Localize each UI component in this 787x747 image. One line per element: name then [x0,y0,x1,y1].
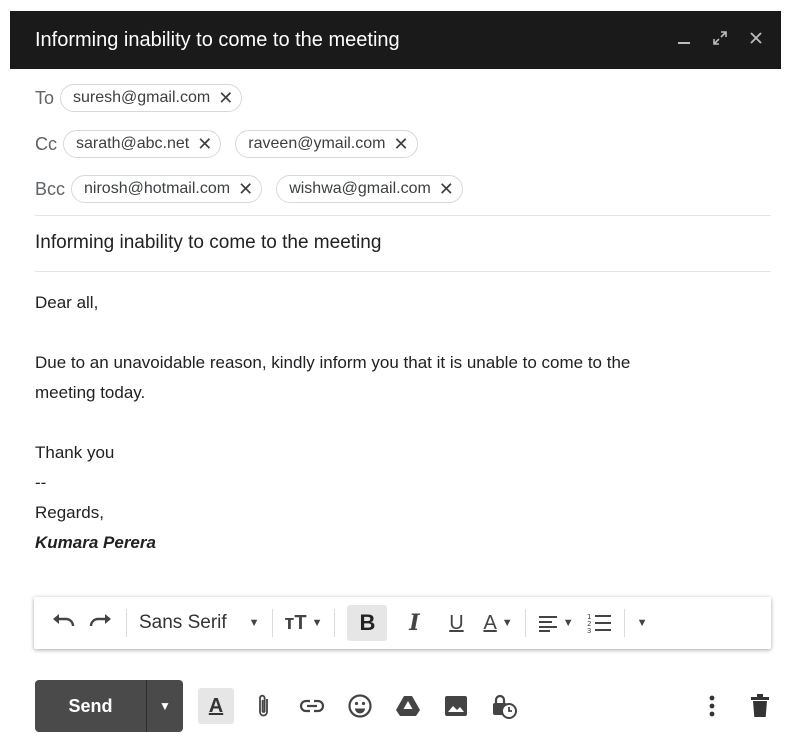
bcc-label: Bcc [35,178,66,199]
more-formatting-icon[interactable]: ▼ [637,605,648,641]
cc-row: Cc sarath@abc.net ✕ raveen@ymail.com ✕ [35,130,432,158]
greeting-line: Dear all, [35,293,99,312]
close-icon[interactable] [745,30,767,51]
drive-icon[interactable] [390,688,426,724]
underline-icon[interactable]: U [441,605,471,641]
remove-recipient-icon[interactable]: ✕ [393,135,408,153]
divider [35,271,771,272]
font-family-value: Sans Serif [139,612,227,633]
chevron-down-icon: ▼ [636,617,648,629]
to-row: To suresh@gmail.com ✕ [35,84,256,112]
photo-icon[interactable] [438,688,474,724]
align-icon[interactable]: ▼ [538,605,574,641]
recipient-chip[interactable]: suresh@gmail.com ✕ [60,84,243,112]
remove-recipient-icon[interactable]: ✕ [218,89,233,107]
minimize-icon[interactable] [673,30,695,51]
message-body[interactable]: Dear all, Due to an unavoidable reason, … [35,288,630,558]
emoji-icon[interactable] [342,688,378,724]
chevron-down-icon: ▼ [248,617,260,629]
remove-recipient-icon[interactable]: ✕ [439,180,454,198]
compose-right-actions [694,684,787,728]
italic-icon[interactable]: I [399,605,429,641]
toolbar-separator [334,609,336,637]
recipient-address: sarath@abc.net [76,135,190,152]
toolbar-separator [524,609,526,637]
recipient-address: suresh@gmail.com [73,89,211,106]
text-size-icon[interactable]: тT ▼ [285,605,323,641]
chevron-down-icon: ▼ [501,617,513,629]
chevron-down-icon: ▼ [159,699,171,713]
regards-line: Regards, [35,503,104,522]
compose-header: Informing inability to come to the meeti… [10,11,781,69]
recipient-address: wishwa@gmail.com [289,180,431,197]
redo-icon[interactable] [88,605,114,641]
body-line: Due to an unavoidable reason, kindly inf… [35,353,631,372]
window-controls [673,30,767,51]
recipient-chip[interactable]: nirosh@hotmail.com ✕ [71,175,263,203]
bcc-row: Bcc nirosh@hotmail.com ✕ wishwa@gmail.co… [35,175,477,203]
expand-icon[interactable] [709,30,731,51]
signature-separator: -- [35,473,47,492]
formatting-options-icon[interactable]: A [198,688,234,724]
text-color-icon[interactable]: A ▼ [483,605,512,641]
bold-icon[interactable]: B [347,605,388,641]
schedule-send-dropdown[interactable]: ▼ [147,699,183,713]
closing-line: Thank you [35,443,115,462]
discard-icon[interactable] [742,688,778,724]
numbered-list-icon[interactable]: 123 [586,605,612,641]
text-color-label: A [483,611,497,634]
remove-recipient-icon[interactable]: ✕ [197,135,212,153]
send-button[interactable]: Send [35,696,146,717]
subject-field[interactable]: Informing inability to come to the meeti… [35,232,381,254]
text-size-label: тT [284,611,307,634]
compose-actions: A [198,684,534,728]
recipient-address: nirosh@hotmail.com [84,180,231,197]
divider [35,215,771,216]
link-icon[interactable] [294,688,330,724]
to-label: To [35,87,55,108]
svg-text:3: 3 [587,627,591,634]
recipient-chip[interactable]: raveen@ymail.com ✕ [235,130,418,158]
body-line: meeting today. [35,383,146,402]
toolbar-separator [126,609,127,637]
more-options-icon[interactable] [694,688,730,724]
toolbar-separator [271,609,273,637]
confidential-mode-icon[interactable] [486,688,522,724]
signature-name: Kumara Perera [35,533,156,552]
recipient-address: raveen@ymail.com [248,135,386,152]
toolbar-separator [623,609,625,637]
cc-label: Cc [35,133,57,154]
recipient-chip[interactable]: sarath@abc.net ✕ [63,130,222,158]
attach-icon[interactable] [246,688,282,724]
undo-icon[interactable] [50,605,76,641]
compose-title: Informing inability to come to the meeti… [35,28,400,51]
chevron-down-icon: ▼ [311,617,323,629]
font-family-select[interactable]: Sans Serif ▼ [139,605,260,641]
recipient-chip[interactable]: wishwa@gmail.com ✕ [276,175,463,203]
chevron-down-icon: ▼ [562,617,574,629]
remove-recipient-icon[interactable]: ✕ [238,180,253,198]
send-button-group: Send ▼ [35,680,183,732]
formatting-toolbar: Sans Serif ▼ тT ▼ B I U A ▼ ▼ 123 ▼ [34,597,771,649]
